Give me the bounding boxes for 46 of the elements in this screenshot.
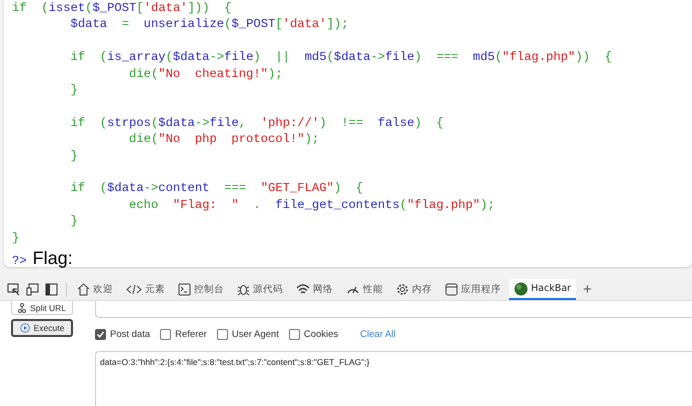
devtools-tab[interactable]: 元素 bbox=[121, 279, 170, 300]
option-checkbox[interactable]: Cookies bbox=[288, 329, 338, 340]
bug-icon bbox=[237, 283, 250, 296]
code-line: die("No php protocol!"); bbox=[128, 131, 320, 148]
device-icon[interactable] bbox=[26, 283, 39, 296]
devtools-tab[interactable]: 网络 bbox=[291, 279, 338, 300]
split-icon bbox=[18, 302, 26, 312]
add-tab-button[interactable]: + bbox=[578, 281, 596, 298]
code-line: } bbox=[70, 213, 78, 230]
devtools-tab[interactable]: 应用程序 bbox=[440, 279, 506, 300]
devtools-tab[interactable]: 控制台 bbox=[173, 279, 229, 300]
code-icon bbox=[126, 283, 142, 296]
code-line: echo "Flag: " . file_get_contents("flag.php"); bbox=[128, 196, 495, 214]
devtools-tab[interactable]: 源代码 bbox=[232, 279, 288, 300]
code-line: if (strpos($data->file, 'php://') !== false) { bbox=[70, 114, 444, 132]
code-line: if (is_array($data->file) || md5($data->file) === md5("flag.php")) { bbox=[70, 49, 612, 66]
devtools-tab[interactable]: HackBar bbox=[509, 279, 576, 300]
console-icon bbox=[178, 283, 191, 296]
code-line: } bbox=[12, 230, 20, 246]
execute-button[interactable]: Execute bbox=[11, 319, 73, 337]
window-icon bbox=[445, 283, 458, 296]
code-line: $data = unserialize($_POST['data']); bbox=[70, 16, 349, 33]
code-line: die("No cheating!"); bbox=[128, 66, 283, 82]
option-checkbox[interactable]: User Agent bbox=[216, 329, 279, 340]
code-line: if (isset($_POST['data'])) { bbox=[12, 0, 232, 16]
option-checkbox[interactable]: Referer bbox=[160, 329, 207, 340]
devtools-tab[interactable]: 性能 bbox=[341, 279, 388, 300]
option-checkbox[interactable]: Post data bbox=[95, 329, 150, 340]
devtools-tab[interactable]: 内存 bbox=[391, 279, 437, 300]
wifi-icon bbox=[296, 283, 310, 296]
inspect-icon[interactable] bbox=[7, 283, 20, 296]
dock-icon[interactable] bbox=[45, 283, 58, 296]
devtools-tab[interactable]: 欢迎 bbox=[72, 279, 118, 300]
home-icon bbox=[77, 283, 90, 296]
gear-icon bbox=[396, 283, 409, 296]
post-data-field[interactable]: data=O:3:"hhh":2:{s:4:"file";s:8:"test.txt";s:7:"content";s:8:"GET_FLAG";} bbox=[95, 351, 692, 406]
php-close-tag: ?> bbox=[12, 254, 27, 268]
url-field[interactable] bbox=[95, 301, 692, 318]
code-line: } bbox=[70, 82, 78, 98]
clear-all-link[interactable]: Clear All bbox=[360, 329, 396, 340]
split-url-button[interactable]: Split URL bbox=[11, 301, 73, 315]
output-text: Flag: bbox=[32, 248, 73, 270]
hackbar-logo bbox=[514, 282, 528, 296]
code-line: } bbox=[70, 148, 78, 164]
play-icon bbox=[20, 323, 30, 333]
code-line: if ($data->content === "GET_FLAG") { bbox=[70, 180, 364, 197]
